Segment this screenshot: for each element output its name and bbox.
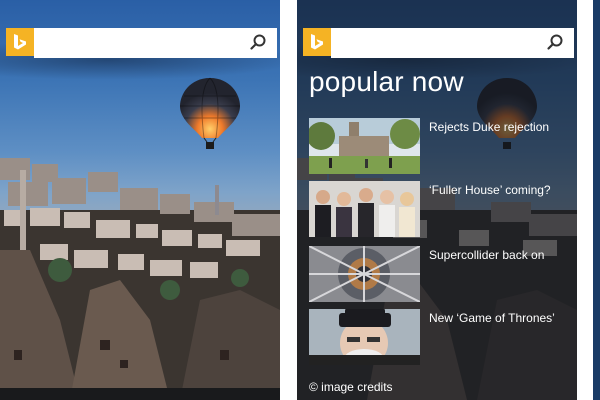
news-headline: Rejects Duke rejection xyxy=(429,120,550,134)
author-photo-thumbnail xyxy=(309,309,420,365)
next-panel-edge xyxy=(593,0,600,400)
popular-now-panel: popular now Rejects Duke rejection ‘Full… xyxy=(297,0,577,400)
app-bar xyxy=(0,388,280,400)
bing-logo-icon[interactable] xyxy=(303,28,331,56)
search-icon[interactable] xyxy=(249,33,267,51)
hot-air-balloon-image xyxy=(180,77,240,149)
search-input[interactable] xyxy=(331,28,574,58)
search-input[interactable] xyxy=(34,28,277,58)
town-scenery-image xyxy=(0,158,280,400)
cast-photo-thumbnail xyxy=(309,181,420,237)
bing-logo-icon[interactable] xyxy=(6,28,34,56)
news-item[interactable]: Rejects Duke rejection xyxy=(309,118,571,174)
news-item[interactable]: Supercollider back on xyxy=(309,246,571,302)
search-bar xyxy=(6,28,277,58)
home-screen-panel xyxy=(0,0,280,400)
news-item[interactable]: ‘Fuller House’ coming? xyxy=(309,181,571,237)
search-icon[interactable] xyxy=(546,33,564,51)
news-headline: New ‘Game of Thrones’ xyxy=(429,311,555,325)
news-headline: ‘Fuller House’ coming? xyxy=(429,183,551,197)
campus-photo-thumbnail xyxy=(309,118,420,174)
collider-photo-thumbnail xyxy=(309,246,420,302)
image-credits-link[interactable]: © image credits xyxy=(309,380,393,394)
news-item[interactable]: New ‘Game of Thrones’ xyxy=(309,309,571,365)
popular-now-heading: popular now xyxy=(309,66,464,97)
news-headline: Supercollider back on xyxy=(429,248,545,262)
search-bar xyxy=(303,28,574,58)
